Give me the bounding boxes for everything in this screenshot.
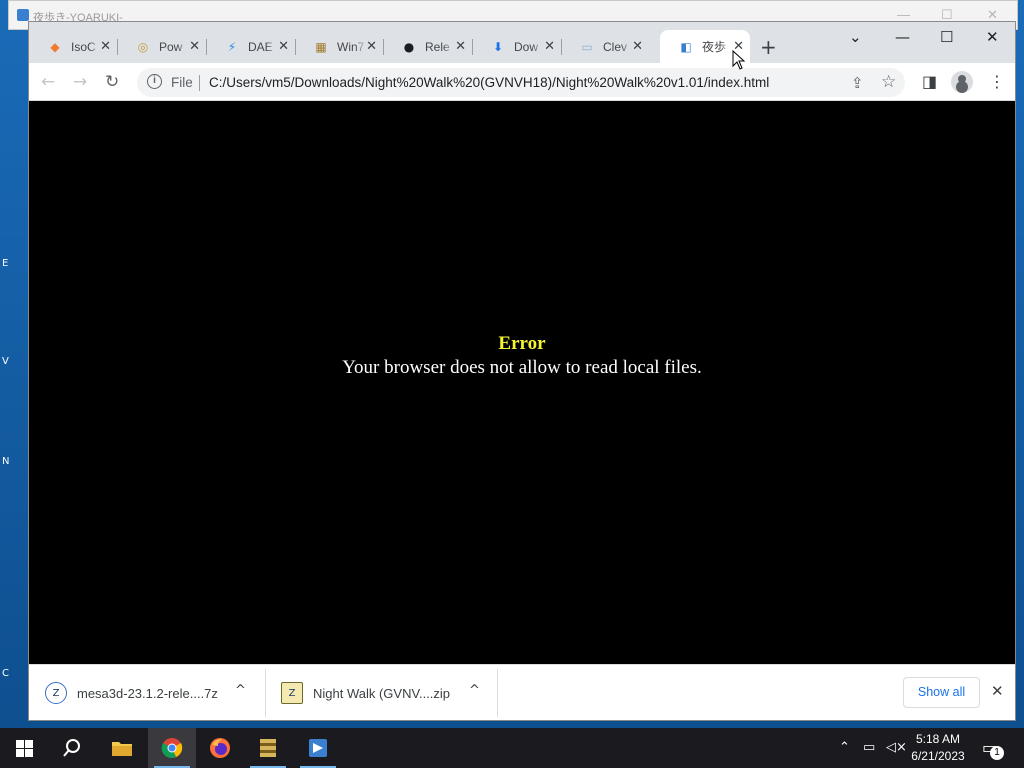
desktop-icon-fragment: C [2,668,9,679]
clock-time[interactable]: 5:18 AM [911,732,965,746]
tab-close-icon[interactable]: ✕ [189,39,200,54]
tab-label: Win7 [337,39,365,54]
archive-7z-icon: Z [45,682,67,704]
toolbar: ← → ↻ i File C:/Users/vm5/Downloads/Nigh… [29,63,1015,101]
tab-3[interactable]: ⚡ DAE ✕ [206,30,295,63]
app-icon [17,9,29,21]
yoaruki-icon: ◧ [680,39,692,54]
tab-7[interactable]: ▭ Clev ✕ [561,30,649,63]
tab-1[interactable]: ◆ IsoC ✕ [29,30,117,63]
profile-avatar[interactable] [951,71,973,93]
menu-button[interactable]: ⋮ [989,72,1005,91]
download-filename: mesa3d-23.1.2-rele....7z [77,685,218,701]
download-options-chevron-icon[interactable]: ^ [235,683,246,698]
url-text[interactable]: C:/Users/vm5/Downloads/Night%20Walk%20(G… [209,75,769,90]
side-panel-button[interactable]: ◨ [922,72,937,91]
minimize-button[interactable]: — [895,28,910,46]
github-icon: ● [403,39,415,54]
desktop-icon-fragment: E [2,258,9,269]
forward-button[interactable]: → [73,72,87,92]
search-icon[interactable] [48,728,96,768]
download-item[interactable]: Z mesa3d-23.1.2-rele....7z [45,665,218,721]
file-explorer-icon[interactable] [98,728,146,768]
tab-6[interactable]: ⬇ Dow ✕ [472,30,561,63]
maximize-button[interactable]: ☐ [940,28,953,46]
page-content: Error Your browser does not allow to rea… [29,101,1015,664]
tab-close-icon[interactable]: ✕ [100,39,111,54]
taskbar: ⌃ ▭ ◁× 5:18 AM 6/21/2023 ▭ 1 [0,728,1024,768]
desktop-icon-fragment: V [2,356,9,367]
tab-close-icon[interactable]: ✕ [366,39,377,54]
clever-icon: ▭ [581,39,593,54]
reload-button[interactable]: ↻ [105,72,119,92]
winrar-icon: ▦ [315,39,327,54]
tab-strip: + ⌄ — ☐ ✕ ◆ IsoC ✕ ◎ Pow ✕ ⚡ DAE ✕ ▦ Win7 ✕ ● Rele ✕ ⬇ D… [29,22,1015,63]
tab-label: 夜歩 [702,40,727,54]
url-scheme: File [171,75,193,90]
notification-count-badge: 1 [990,746,1004,760]
minimize-icon[interactable]: — [897,7,910,22]
tab-close-icon[interactable]: ✕ [544,39,555,54]
windows-logo-icon [15,739,33,757]
show-all-downloads-button[interactable]: Show all [903,677,980,708]
start-button[interactable] [0,728,48,768]
network-icon[interactable]: ▭ [863,740,875,755]
error-message: Your browser does not allow to read loca… [342,357,702,378]
tab-label: IsoC [71,39,96,54]
tab-4[interactable]: ▦ Win7 ✕ [295,30,383,63]
tab-close-icon[interactable]: ✕ [455,39,466,54]
new-tab-button[interactable]: + [760,35,777,59]
archive-zip-icon: Z [281,682,303,704]
winrar-archive-icon[interactable] [244,728,292,768]
browser-window: + ⌄ — ☐ ✕ ◆ IsoC ✕ ◎ Pow ✕ ⚡ DAE ✕ ▦ Win7 ✕ ● Rele ✕ ⬇ D… [28,21,1016,721]
tab-separator [295,39,296,55]
show-hidden-icons-chevron-icon[interactable]: ⌃ [839,740,850,755]
yoaruki-app-icon[interactable] [294,728,342,768]
tab-close-icon[interactable]: ✕ [632,39,643,54]
tab-separator [117,39,118,55]
isocontrol-icon: ◆ [50,39,60,54]
download-item[interactable]: Z Night Walk (GVNV....zip [281,665,450,721]
close-shelf-button[interactable]: ✕ [991,682,1004,700]
download-options-chevron-icon[interactable]: ^ [469,683,480,698]
tab-separator [561,39,562,55]
volume-muted-icon[interactable]: ◁× [886,740,907,755]
address-bar[interactable]: i File C:/Users/vm5/Downloads/Night%20Wa… [137,68,905,97]
download-icon: ⬇ [492,39,504,54]
clock-date[interactable]: 6/21/2023 [909,749,967,763]
share-icon[interactable]: ⇪ [851,74,864,92]
tab-label: Pow [159,39,183,54]
download-filename: Night Walk (GVNV....zip [313,685,451,701]
chrome-icon[interactable] [148,728,196,768]
tab-separator [206,39,207,55]
tab-2[interactable]: ◎ Pow ✕ [117,30,206,63]
divider [265,669,266,717]
tab-separator [383,39,384,55]
daemon-bolt-icon: ⚡ [227,39,237,54]
download-shelf: Z mesa3d-23.1.2-rele....7z ^ Z Night Wal… [29,664,1015,720]
powerbox-icon: ◎ [137,39,149,54]
tab-label: Rele [425,39,450,54]
divider [497,669,498,717]
bookmark-star-icon[interactable]: ☆ [881,72,896,92]
tab-label: Dow [514,39,539,54]
tab-5[interactable]: ● Rele ✕ [383,30,472,63]
tab-close-icon[interactable]: ✕ [278,39,289,54]
tab-label: DAE [248,39,273,54]
back-button[interactable]: ← [41,72,55,92]
desktop-icon-fragment: N [2,456,10,467]
tab-label: Clev [603,39,628,54]
close-window-button[interactable]: ✕ [986,28,999,46]
tab-search-button[interactable]: ⌄ [849,28,862,46]
divider [199,75,200,91]
tab-separator [472,39,473,55]
site-info-icon[interactable]: i [147,74,162,89]
firefox-icon[interactable] [196,728,244,768]
error-title: Error [498,333,546,354]
